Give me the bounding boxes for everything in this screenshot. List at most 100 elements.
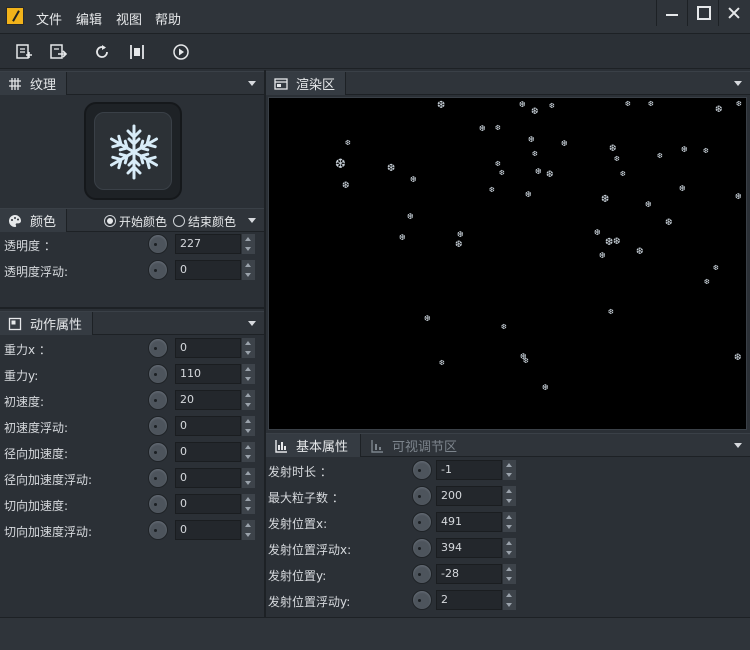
snow-particle: ❆	[715, 105, 723, 115]
tab-basic-properties[interactable]: 基本属性	[266, 434, 362, 457]
basic-property-spin-up-button[interactable]	[503, 486, 516, 496]
motion-property-spin-up-button[interactable]	[242, 520, 255, 530]
motion-property-spin-up-button[interactable]	[242, 390, 255, 400]
motion-property-spin-down-button[interactable]	[242, 426, 255, 436]
motion-property-value-input[interactable]: 0	[175, 416, 241, 436]
basic-property-spin-up-button[interactable]	[503, 538, 516, 548]
motion-property-spin-down-button[interactable]	[242, 452, 255, 462]
basic-property-dial-knob[interactable]	[412, 512, 432, 532]
motion-tab[interactable]: 动作属性	[0, 312, 94, 335]
basic-property-dial-knob[interactable]	[412, 538, 432, 558]
motion-property-spin-down-button[interactable]	[242, 400, 255, 410]
basic-property-value-input[interactable]: 394	[436, 538, 502, 558]
motion-property-value-input[interactable]: 0	[175, 442, 241, 462]
basic-property-value-input[interactable]: 200	[436, 486, 502, 506]
basic-property-spin-up-button[interactable]	[503, 512, 516, 522]
texture-dropdown-icon[interactable]	[248, 81, 256, 86]
start-color-radio[interactable]	[104, 215, 116, 227]
menu-help[interactable]: 帮助	[155, 9, 181, 28]
end-color-radio[interactable]	[173, 215, 185, 227]
motion-property-spin-up-button[interactable]	[242, 494, 255, 504]
export-button[interactable]	[48, 42, 68, 62]
new-button[interactable]	[14, 42, 34, 62]
motion-dropdown-icon[interactable]	[248, 321, 256, 326]
motion-property-spin-up-button[interactable]	[242, 364, 255, 374]
motion-property-dial-knob[interactable]	[148, 338, 168, 358]
play-button[interactable]	[171, 42, 191, 62]
basic-property-spin-up-button[interactable]	[503, 564, 516, 574]
color-property-value-input[interactable]: 0	[175, 260, 241, 280]
motion-property-dial-knob[interactable]	[148, 416, 168, 436]
color-property-spin-up-button[interactable]	[242, 260, 255, 270]
render-tab[interactable]: 渲染区	[266, 72, 347, 95]
motion-property-value-input[interactable]: 20	[175, 390, 241, 410]
color-property-dial-knob[interactable]	[148, 260, 168, 280]
basic-property-dial-knob[interactable]	[412, 590, 432, 610]
menu-view[interactable]: 视图	[116, 9, 142, 28]
minimize-button[interactable]	[656, 0, 686, 26]
snow-particle: ❆	[665, 218, 673, 228]
motion-property-dial-knob[interactable]	[148, 520, 168, 540]
snow-particle: ❆	[636, 247, 644, 257]
motion-property-spin-down-button[interactable]	[242, 348, 255, 358]
motion-property-value-input[interactable]: 110	[175, 364, 241, 384]
maximize-button[interactable]	[687, 0, 717, 26]
left-splitter[interactable]	[0, 307, 264, 309]
motion-property-spin-up-button[interactable]	[242, 442, 255, 452]
snow-particle: ❆	[410, 175, 417, 184]
color-property-spin-up-button[interactable]	[242, 234, 255, 244]
texture-preview[interactable]	[84, 102, 182, 200]
basic-property-spin-down-button[interactable]	[503, 574, 516, 584]
snow-particle: ❆	[713, 264, 719, 272]
basic-dropdown-icon[interactable]	[734, 443, 742, 448]
motion-property-dial-knob[interactable]	[148, 364, 168, 384]
color-property-dial-knob[interactable]	[148, 234, 168, 254]
basic-property-spin-down-button[interactable]	[503, 496, 516, 506]
motion-property-spin-down-button[interactable]	[242, 504, 255, 514]
fit-button[interactable]	[127, 42, 147, 62]
basic-property-dial-knob[interactable]	[412, 486, 432, 506]
basic-property-value-input[interactable]: 2	[436, 590, 502, 610]
vertical-splitter[interactable]	[264, 70, 266, 617]
color-property-spin-down-button[interactable]	[242, 270, 255, 280]
motion-property-value-input[interactable]: 0	[175, 520, 241, 540]
color-property-value-input[interactable]: 227	[175, 234, 241, 254]
menu-edit[interactable]: 编辑	[76, 9, 102, 28]
menu-file[interactable]: 文件	[36, 9, 62, 28]
motion-property-spin-up-button[interactable]	[242, 468, 255, 478]
color-property-spin-down-button[interactable]	[242, 244, 255, 254]
close-button[interactable]	[718, 0, 750, 26]
motion-property-value-input[interactable]: 0	[175, 494, 241, 514]
basic-property-dial-knob[interactable]	[412, 564, 432, 584]
motion-property-spin-down-button[interactable]	[242, 374, 255, 384]
basic-property-spin-up-button[interactable]	[503, 590, 516, 600]
color-dropdown-icon[interactable]	[248, 218, 256, 223]
basic-property-spin-down-button[interactable]	[503, 600, 516, 610]
basic-property-value-input[interactable]: 491	[436, 512, 502, 532]
texture-tab[interactable]: 纹理	[0, 72, 68, 95]
basic-property-spin-down-button[interactable]	[503, 522, 516, 532]
motion-property-spin-down-button[interactable]	[242, 478, 255, 488]
basic-property-spin-down-button[interactable]	[503, 470, 516, 480]
refresh-button[interactable]	[92, 42, 112, 62]
texture-panel-header: 纹理	[0, 71, 264, 95]
render-dropdown-icon[interactable]	[734, 81, 742, 86]
basic-panel-header: 基本属性 可视调节区	[266, 433, 750, 457]
motion-property-dial-knob[interactable]	[148, 468, 168, 488]
motion-property-dial-knob[interactable]	[148, 390, 168, 410]
motion-property-value-input[interactable]: 0	[175, 338, 241, 358]
color-tab[interactable]: 颜色	[0, 209, 68, 232]
motion-property-spin-up-button[interactable]	[242, 338, 255, 348]
motion-property-spin-down-button[interactable]	[242, 530, 255, 540]
motion-property-spin-up-button[interactable]	[242, 416, 255, 426]
basic-property-value-input[interactable]: -28	[436, 564, 502, 584]
basic-property-dial-knob[interactable]	[412, 460, 432, 480]
basic-property-spin-down-button[interactable]	[503, 548, 516, 558]
basic-property-value-input[interactable]: -1	[436, 460, 502, 480]
basic-property-spin-up-button[interactable]	[503, 460, 516, 470]
render-canvas[interactable]: ❆ ❆ ❆ ❆ ❆ ❆ ❆ ❆ ❆ ❆ ❆ ❆ ❆ ❆ ❆ ❆ ❆ ❆ ❆ ❆ ❆ ❆ ❆ ❆ ❆ ❆ ❆ ❆ ❆ ❆ ❆ ❆ ❆ ❆ ❆ ❆ ❆ ❆ ❆ ❆…	[268, 97, 747, 430]
motion-property-dial-knob[interactable]	[148, 442, 168, 462]
tab-visual-adjust[interactable]: 可视调节区	[362, 434, 457, 457]
motion-property-dial-knob[interactable]	[148, 494, 168, 514]
motion-property-value-input[interactable]: 0	[175, 468, 241, 488]
